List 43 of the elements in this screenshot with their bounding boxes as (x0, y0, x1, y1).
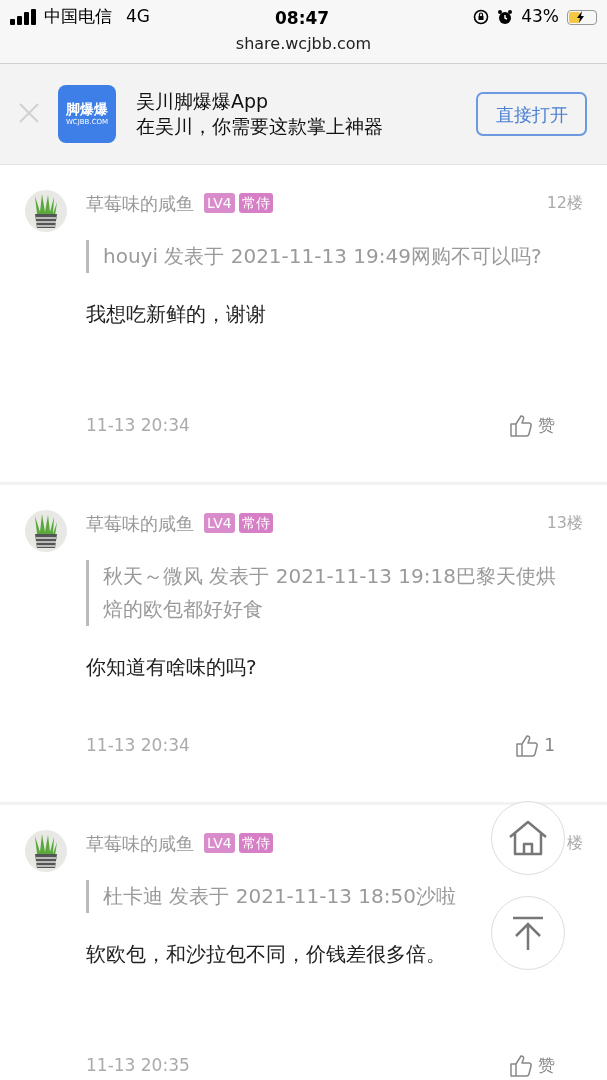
thumbs-up-icon (510, 1054, 532, 1077)
thumbs-up-icon (510, 414, 532, 437)
user-badge: LV4 (204, 513, 235, 533)
like-button[interactable]: 赞 (510, 1053, 555, 1079)
address-bar-url[interactable]: share.wcjbb.com (0, 34, 607, 54)
carrier-name: 中国电信 (44, 5, 112, 29)
quoted-post: houyi 发表于 2021-11-13 19:49网购不可以吗? (86, 240, 583, 273)
post-time: 11-13 20:34 (86, 734, 190, 757)
network-type: 4G (126, 5, 150, 29)
app-title: 吴川脚爆爆App (136, 89, 270, 114)
alarm-icon (497, 9, 514, 25)
app-tagline: 在吴川，你需要这款掌上神器 (136, 114, 383, 139)
comment-text: 我想吃新鲜的，谢谢 (86, 301, 267, 328)
floor-number: 13楼 (546, 512, 583, 534)
rotation-lock-icon (473, 9, 490, 25)
quoted-post: 秋天～微风 发表于 2021-11-13 19:18巴黎天使烘焙的欧包都好好食 (86, 560, 583, 626)
user-badge: LV4 (204, 833, 235, 853)
arrow-up-icon (512, 916, 544, 950)
user-avatar[interactable] (25, 190, 67, 232)
signal-icon (10, 9, 38, 25)
home-icon (508, 820, 548, 856)
open-app-button[interactable]: 直接打开 (476, 92, 587, 136)
username[interactable]: 草莓味的咸鱼 (86, 509, 194, 537)
battery-percent: 43% (521, 5, 559, 29)
user-avatar[interactable] (25, 510, 67, 552)
thumbs-up-icon (516, 734, 539, 757)
floor-number: 12楼 (546, 192, 583, 214)
battery-icon (567, 9, 597, 25)
post-time: 11-13 20:35 (86, 1054, 190, 1077)
username[interactable]: 草莓味的咸鱼 (86, 189, 194, 217)
user-badge: 常侍 (238, 193, 273, 213)
floor-number: 楼 (567, 832, 583, 854)
like-button[interactable]: 1 (516, 733, 555, 759)
comment-text: 你知道有啥味的吗? (86, 654, 258, 681)
user-badge: 常侍 (238, 833, 273, 853)
user-avatar[interactable] (25, 830, 67, 872)
like-button[interactable]: 赞 (510, 413, 555, 439)
username[interactable]: 草莓味的咸鱼 (86, 829, 194, 857)
user-badge: LV4 (204, 193, 235, 213)
comment-text: 软欧包，和沙拉包不同，价钱差很多倍。 (86, 941, 447, 968)
clock-time: 08:47 (275, 7, 330, 30)
user-badge: 常侍 (238, 513, 273, 533)
post-time: 11-13 20:34 (86, 414, 190, 437)
